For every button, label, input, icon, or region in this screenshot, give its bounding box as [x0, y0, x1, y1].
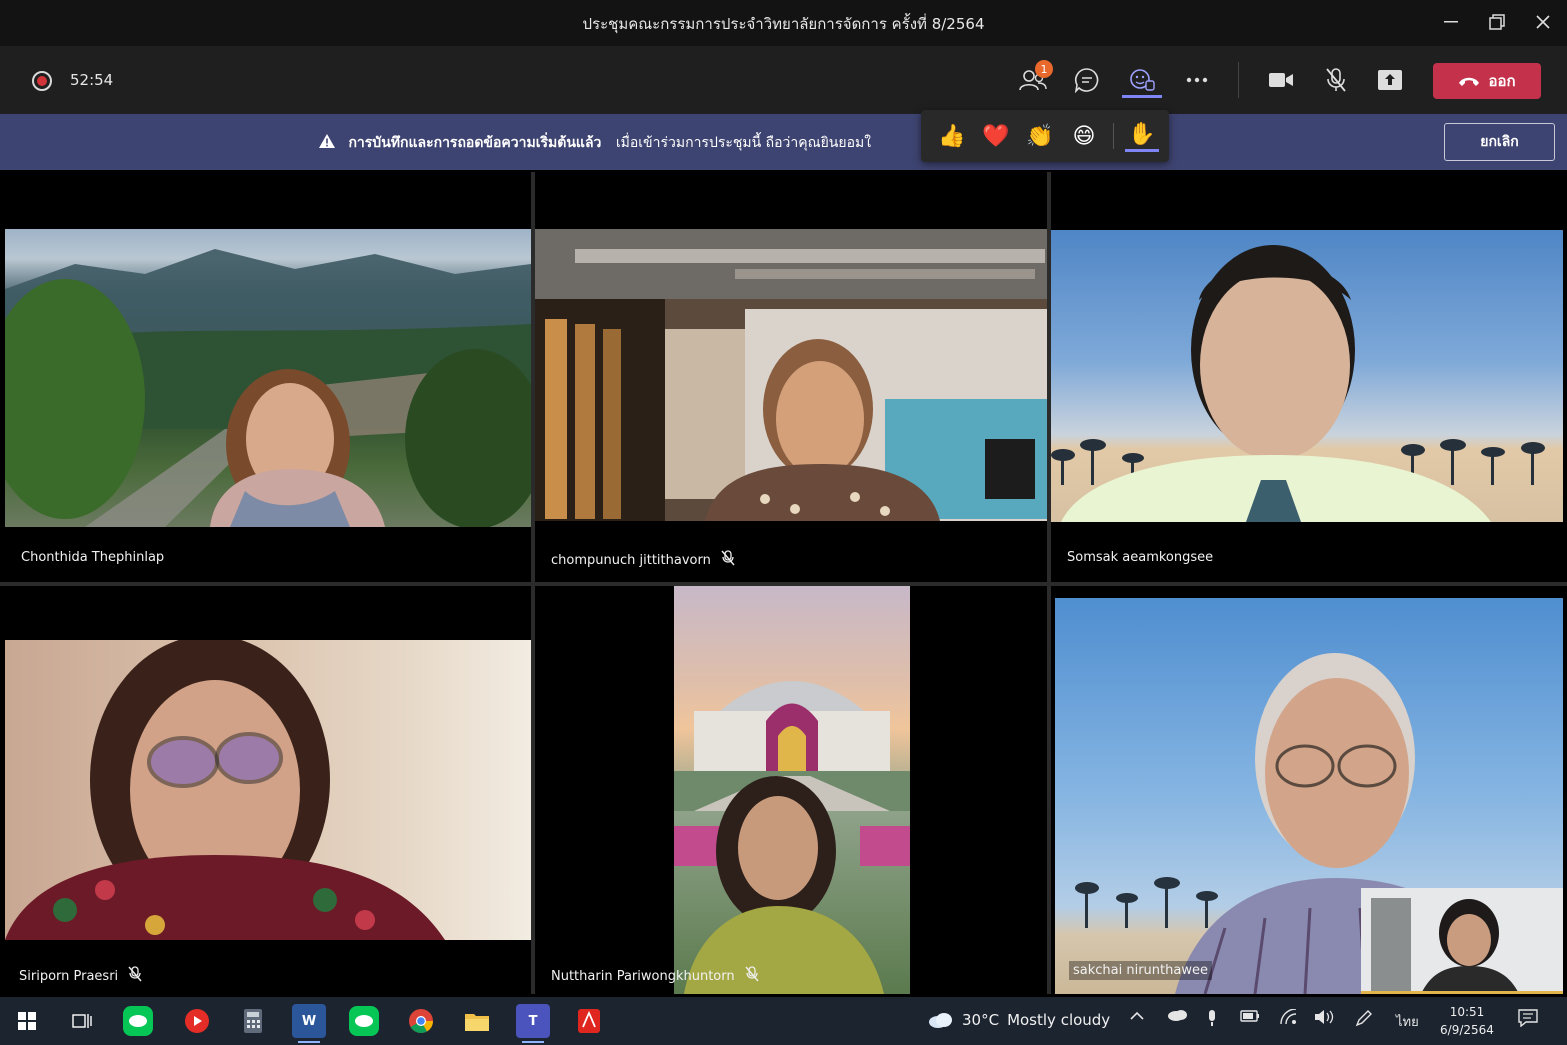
clock-date: 6/9/2564 — [1440, 1023, 1494, 1037]
youtube-app-icon[interactable] — [180, 1004, 214, 1038]
participant-name-label: Nuttharin Pariwongkhuntorn — [551, 968, 735, 984]
reactions-popover: 👍 ❤️ 👏 😄 ✋ — [921, 110, 1169, 162]
weather-temperature: 30°C — [962, 1011, 1000, 1029]
microphone-tray-icon[interactable] — [1206, 1009, 1218, 1031]
volume-icon[interactable] — [1314, 1009, 1336, 1029]
laugh-reaction-icon[interactable]: 😄 — [1067, 120, 1101, 152]
word-app-icon[interactable]: W — [292, 1004, 326, 1043]
chrome-app-icon[interactable] — [404, 1004, 438, 1038]
participant-name-label: Somsak aeamkongsee — [1067, 550, 1214, 565]
camera-button[interactable] — [1261, 62, 1301, 98]
onedrive-icon[interactable] — [1167, 1009, 1187, 1025]
participant-name-label: chompunuch jittithavorn — [551, 552, 711, 568]
video-tile-nuttharin[interactable]: Nuttharin Pariwongkhuntorn — [535, 586, 1047, 994]
pen-icon[interactable] — [1355, 1009, 1373, 1031]
participant-name: Siriporn Praesri — [19, 966, 142, 986]
task-view-icon[interactable] — [65, 1004, 99, 1038]
notifications-icon[interactable] — [1518, 1009, 1538, 1031]
chat-button[interactable] — [1067, 62, 1107, 98]
close-icon[interactable] — [1523, 8, 1563, 36]
participant-name-label: Chonthida Thephinlap — [21, 550, 165, 565]
restore-icon[interactable] — [1477, 8, 1517, 36]
reactions-button[interactable] — [1122, 62, 1162, 98]
chevron-up-icon[interactable] — [1130, 1009, 1144, 1025]
windows-taskbar: W T 30°C Mostly cloudy ไทย 10:51 6/9/256… — [0, 997, 1567, 1045]
phone-hangup-icon — [1459, 77, 1480, 86]
meeting-timer: 52:54 — [70, 71, 114, 89]
participant-name-label: Siriporn Praesri — [19, 968, 119, 984]
recording-notice-text: การบันทึกและการถอดข้อความเริ่มต้นแล้ว เม… — [318, 132, 922, 154]
video-tile-chompunuch[interactable]: chompunuch jittithavorn — [535, 172, 1047, 582]
cloud-icon — [929, 1013, 952, 1028]
dismiss-button[interactable]: ยกเลิก — [1444, 123, 1555, 161]
input-language[interactable]: ไทย — [1396, 1011, 1419, 1032]
like-reaction-icon[interactable]: 👍 — [935, 120, 969, 152]
video-feed — [5, 640, 531, 940]
participant-name: Nuttharin Pariwongkhuntorn — [551, 966, 759, 986]
participant-name: chompunuch jittithavorn — [551, 550, 735, 570]
reactions-divider — [1113, 123, 1114, 149]
teams-app-icon[interactable]: T — [516, 1004, 550, 1043]
meeting-title: ประชุมคณะกรรมการประจำวิทยาลัยการจัดการ ค… — [582, 15, 985, 33]
title-bar: ประชุมคณะกรรมการประจำวิทยาลัยการจัดการ ค… — [0, 0, 1567, 46]
weather-widget[interactable]: 30°C Mostly cloudy — [928, 1011, 1110, 1029]
minimize-icon[interactable] — [1431, 8, 1471, 36]
leave-button[interactable]: ออก — [1433, 63, 1541, 99]
microphone-muted-button[interactable] — [1316, 62, 1356, 98]
battery-icon[interactable] — [1240, 1009, 1260, 1027]
recording-notice-detail: เมื่อเข้าร่วมการประชุมนี้ ถือว่าคุณยินยอ… — [615, 135, 872, 151]
recording-notice-bold: การบันทึกและการถอดข้อความเริ่มต้นแล้ว — [348, 135, 602, 151]
more-options-button[interactable] — [1177, 62, 1217, 98]
warning-icon — [318, 133, 336, 151]
mic-off-icon — [745, 966, 759, 986]
heart-reaction-icon[interactable]: ❤️ — [979, 120, 1013, 152]
video-feed — [1051, 230, 1563, 522]
acrobat-app-icon[interactable] — [572, 1004, 606, 1038]
video-feed — [535, 229, 1047, 521]
video-feed — [674, 586, 910, 994]
video-tile-somsak[interactable]: Somsak aeamkongsee — [1051, 172, 1563, 582]
file-explorer-icon[interactable] — [460, 1004, 494, 1038]
participant-name: Somsak aeamkongsee — [1067, 550, 1213, 565]
mic-off-icon — [128, 966, 142, 986]
clock-time: 10:51 — [1449, 1005, 1485, 1019]
wifi-icon[interactable] — [1280, 1008, 1298, 1029]
recording-indicator-icon — [32, 71, 52, 91]
windows-start-icon[interactable] — [10, 1004, 44, 1038]
recording-notice-banner: การบันทึกและการถอดข้อความเริ่มต้นแล้ว เม… — [0, 114, 1567, 170]
weather-description: Mostly cloudy — [1007, 1011, 1111, 1029]
raise-hand-icon[interactable]: ✋ — [1125, 120, 1159, 152]
calculator-app-icon[interactable] — [236, 1004, 270, 1038]
video-feed — [5, 229, 531, 527]
share-screen-button[interactable] — [1370, 62, 1410, 98]
system-clock[interactable]: 10:51 6/9/2564 — [1432, 1003, 1502, 1039]
participants-button[interactable]: 1 — [1013, 60, 1053, 98]
participant-name: sakchai nirunthawee — [1069, 961, 1212, 980]
video-tile-chonthida[interactable]: Chonthida Thephinlap — [5, 172, 531, 582]
line-app-icon[interactable] — [123, 1006, 153, 1036]
self-view-preview[interactable] — [1361, 888, 1563, 994]
video-tile-sakchai[interactable]: sakchai nirunthawee — [1051, 586, 1563, 994]
participants-badge: 1 — [1035, 60, 1053, 78]
applause-reaction-icon[interactable]: 👏 — [1023, 120, 1057, 152]
line-app-icon-2[interactable] — [349, 1006, 379, 1036]
participant-name: Chonthida Thephinlap — [21, 550, 164, 565]
meeting-toolbar: 52:54 1 ออก — [0, 46, 1567, 114]
leave-label: ออก — [1488, 72, 1516, 90]
participant-name-label: sakchai nirunthawee — [1073, 963, 1208, 978]
video-tile-siriporn[interactable]: Siriporn Praesri — [5, 586, 531, 994]
mic-off-icon — [721, 550, 735, 570]
toolbar-divider — [1238, 62, 1239, 98]
